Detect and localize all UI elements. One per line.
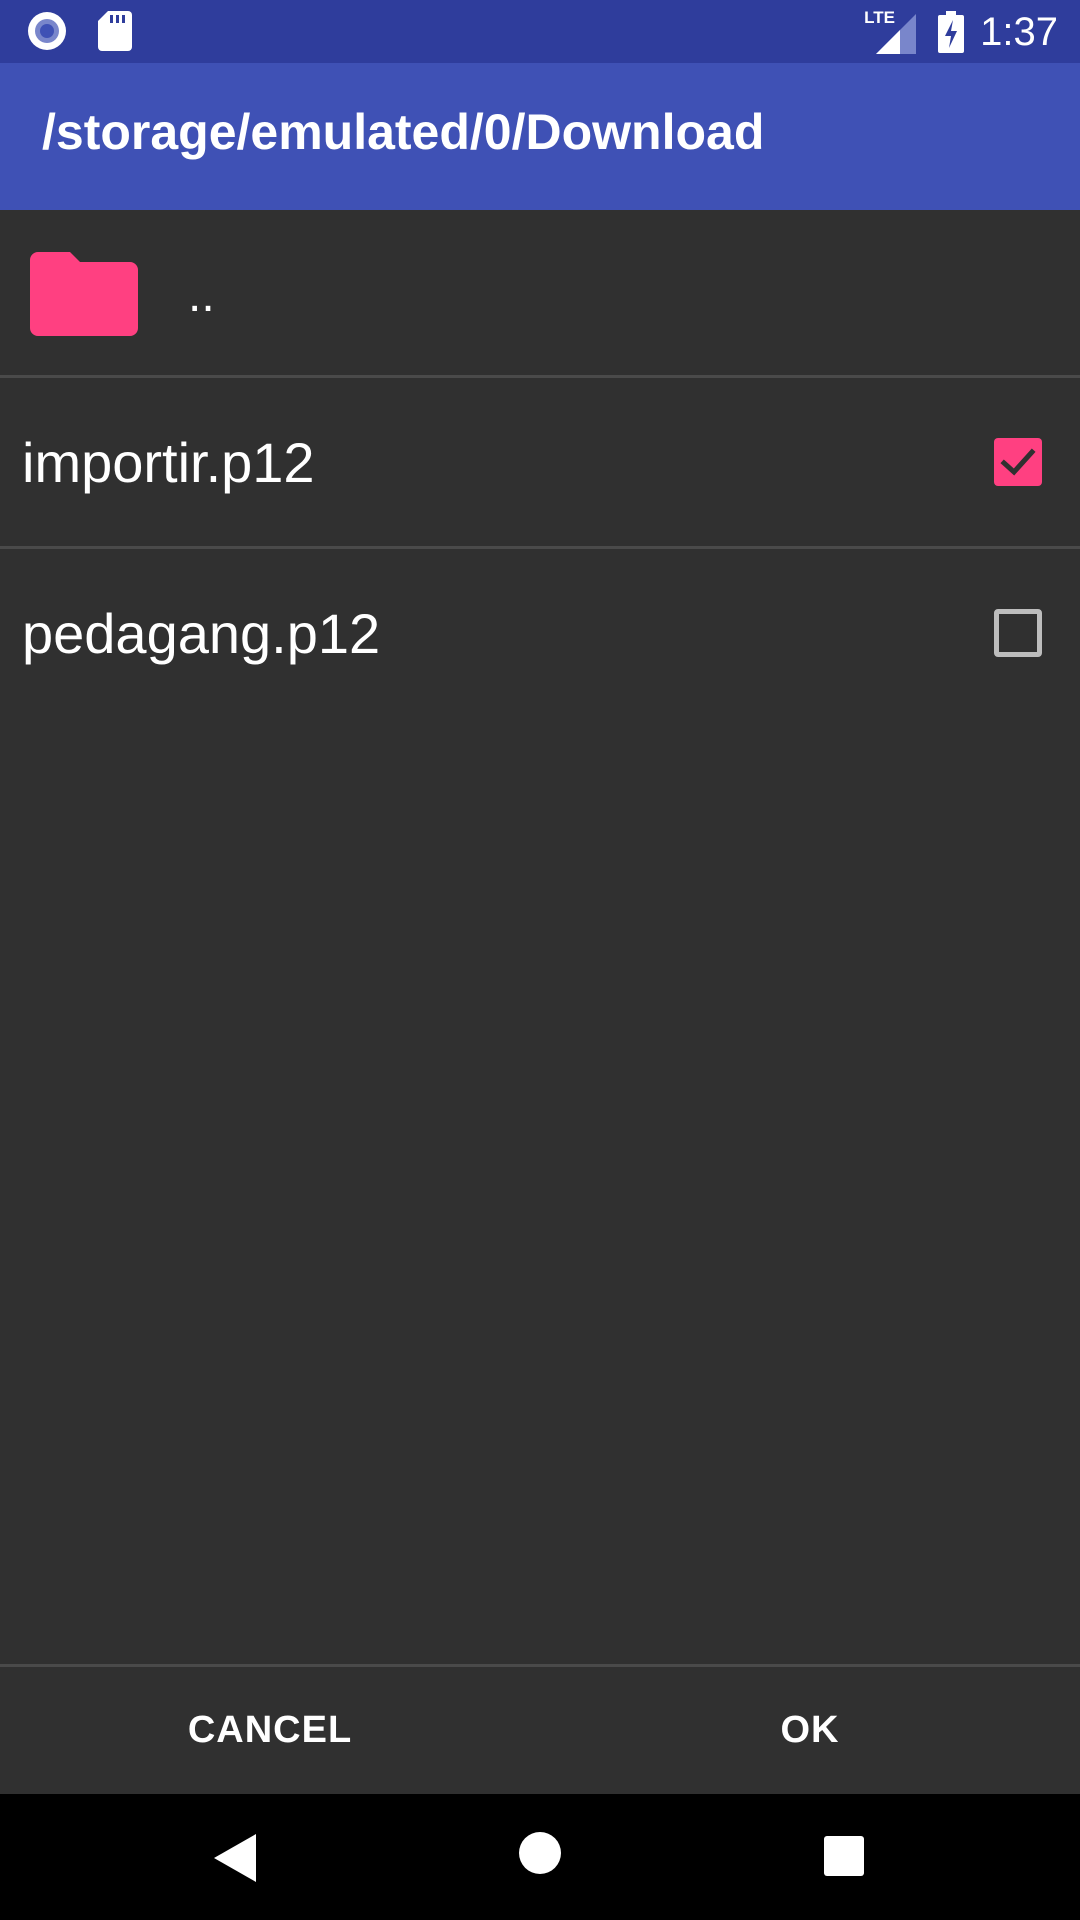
parent-directory-label: .. [188,269,215,322]
list-item-file[interactable]: importir.p12 [0,378,1080,549]
checkmark-icon [1000,448,1036,476]
dialog-button-bar: CANCEL OK [0,1664,1080,1794]
file-checkbox-unchecked[interactable] [994,609,1042,657]
file-name: pedagang.p12 [22,602,381,665]
navigation-bar [0,1794,1080,1920]
home-icon[interactable] [519,1832,561,1879]
cancel-button[interactable]: CANCEL [140,1667,400,1794]
list-item-parent-directory[interactable]: .. [0,210,1080,378]
back-icon[interactable] [214,1834,256,1887]
battery-charging-icon [938,11,965,53]
sd-card-icon [98,11,132,51]
ok-button[interactable]: OK [730,1667,890,1794]
directory-path-title: /storage/emulated/0/Download [42,104,765,160]
file-list: .. importir.p12 pedagang.p12 [0,210,1080,720]
app-bar: /storage/emulated/0/Download [0,63,1080,210]
list-item-file[interactable]: pedagang.p12 [0,549,1080,720]
recents-icon[interactable] [824,1836,864,1881]
status-clock: 1:37 [980,9,1058,54]
status-bar: LTE 1:37 [0,0,1080,63]
folder-icon [30,252,138,336]
file-checkbox-checked[interactable] [994,438,1042,486]
network-type-label: LTE [864,8,895,27]
lte-signal-icon: LTE [864,8,917,54]
record-icon [26,10,68,52]
file-name: importir.p12 [22,431,315,494]
